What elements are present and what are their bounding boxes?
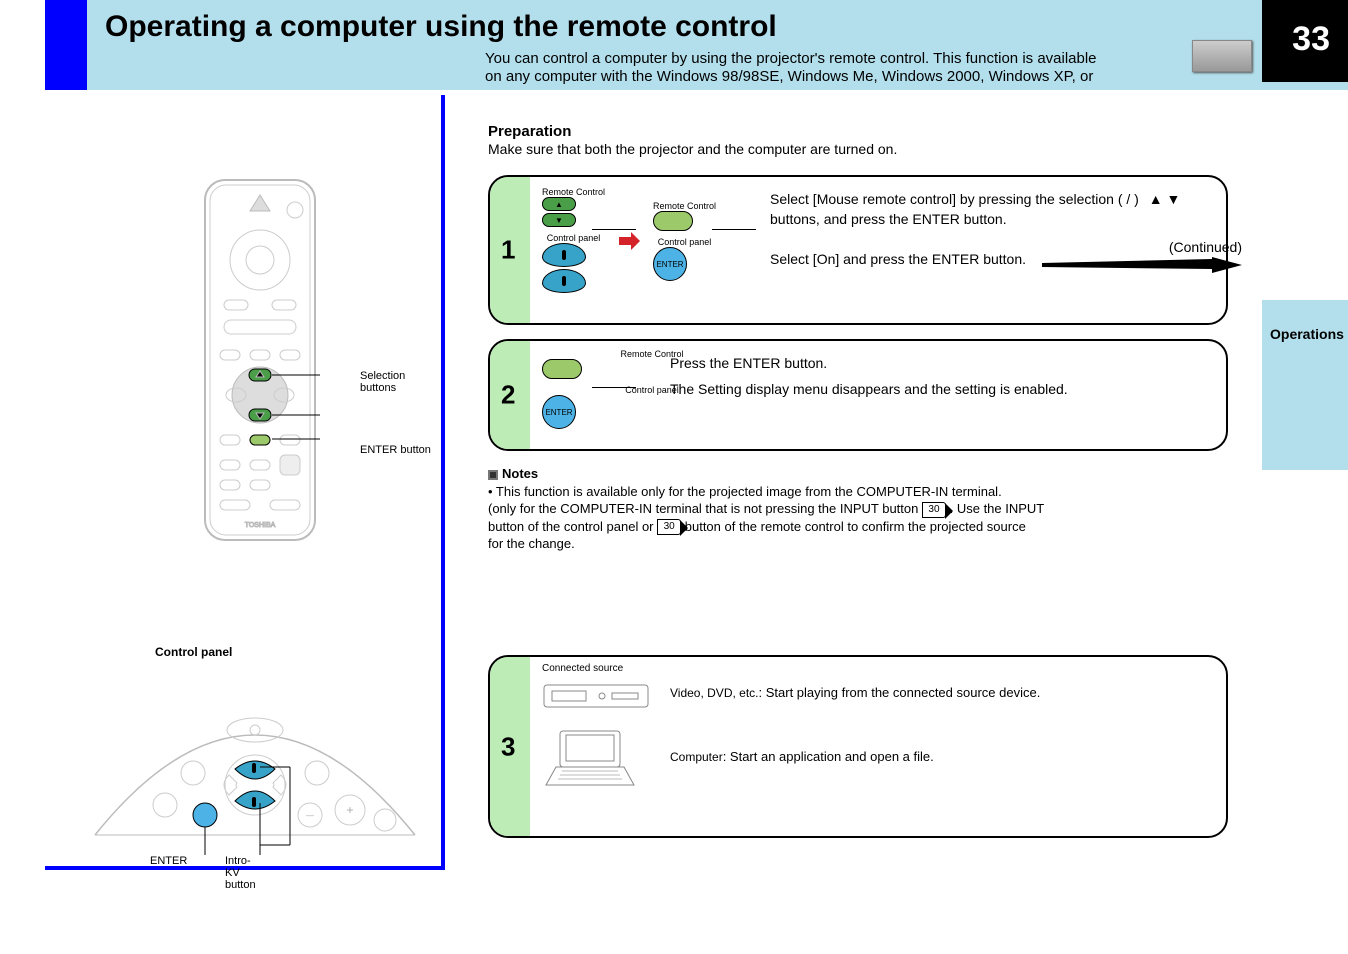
note-line-2-post: button of the remote control to confirm …: [685, 519, 1026, 534]
enter-circle-icon: ENTER: [653, 247, 687, 281]
step3-line-a-label: Video, DVD, etc.: [670, 686, 759, 700]
control-panel-heading: Control panel: [155, 645, 232, 659]
step2-text-a: Press the ENTER button.: [670, 355, 827, 371]
header-grey-button[interactable]: [1192, 40, 1252, 72]
page-ref-icon-2[interactable]: 30: [657, 519, 681, 535]
step1-remote-label: Remote Control: [542, 187, 605, 197]
step1-text-a-span: Select [Mouse remote control] by pressin…: [770, 191, 1139, 207]
step1-text-b: buttons, and press the ENTER button.: [770, 211, 1007, 227]
panel-down-icon: [542, 269, 586, 293]
laptop-icon: [542, 727, 642, 794]
step2-text-b: The Setting display menu disappears and …: [670, 381, 1068, 397]
header-subtitle-1: You can control a computer by using the …: [485, 50, 1097, 67]
panel-enter-label: ENTER: [150, 855, 187, 867]
callout-selection: Selection buttons: [360, 370, 441, 394]
remote-svg: TOSHIBA: [200, 175, 320, 545]
step3-line-a-text: Start playing from the connected source …: [766, 685, 1041, 700]
step3-label-above: Connected source: [542, 663, 623, 674]
step-3-number: 3: [501, 731, 515, 762]
side-tab-label: Operations: [1270, 326, 1342, 344]
step-3-box: 3 Connected source Video, DVD, etc.: Sta…: [488, 655, 1228, 838]
control-panel-illustration: — +: [85, 675, 425, 860]
step-1-number: 1: [501, 235, 515, 266]
step3-line-b-text: Start an application and open a file.: [730, 749, 934, 764]
left-column: TOSHIBA Selection buttons ENTER button C…: [45, 95, 445, 870]
page-title: Operating a computer using the remote co…: [105, 10, 777, 44]
note-line-1b-post: . Use the INPUT: [950, 501, 1045, 516]
enter-pill-icon: [653, 211, 693, 231]
page-ref-icon-1[interactable]: 30: [922, 502, 946, 518]
step3-line-b-label: Computer: [670, 750, 723, 764]
note-icon: [488, 470, 498, 480]
preparation-text: Make sure that both the projector and th…: [488, 141, 897, 157]
step1-panel-label: Control panel: [542, 233, 605, 243]
step1-panel-label-2: Control panel: [653, 237, 716, 247]
step-2-box: 2 Remote Control Control panel ENTER Pre…: [488, 339, 1228, 451]
callout-enter: ENTER button: [360, 444, 441, 456]
step-2-number: 2: [501, 380, 515, 411]
preparation-heading: Preparation: [488, 123, 571, 140]
panel-kv-label: Intro-KV button: [225, 855, 256, 891]
header: Operating a computer using the remote co…: [45, 0, 1348, 90]
panel-svg: — +: [85, 675, 425, 855]
side-tab: Operations: [1262, 300, 1348, 470]
svg-text:TOSHIBA: TOSHIBA: [245, 522, 276, 529]
remote-up-icon: [542, 197, 576, 211]
enter-pill-icon-2: [542, 359, 582, 379]
note-line-1b-pre: (only for the COMPUTER-IN terminal that …: [488, 501, 922, 516]
step1-text-c: Select [On] and press the ENTER button.: [770, 251, 1026, 267]
enter-circle-icon-2: ENTER: [542, 395, 576, 429]
note-line-2-pre: button of the control panel or: [488, 519, 657, 534]
panel-up-icon: [542, 243, 586, 267]
red-arrow-icon: [617, 229, 641, 253]
svg-text:—: —: [306, 811, 314, 820]
step-1-box: 1 Remote Control Control panel Remote Co…: [488, 175, 1228, 325]
svg-text:+: +: [346, 803, 353, 817]
continued-label: (Continued): [1169, 239, 1242, 255]
notes-block: Notes • This function is available only …: [488, 465, 1228, 553]
step1-text-a: Select [Mouse remote control] by pressin…: [770, 191, 1180, 207]
note-line-3: for the change.: [488, 535, 1228, 553]
note-line-1a: • This function is available only for th…: [488, 483, 1228, 501]
remote-illustration: TOSHIBA: [200, 175, 320, 550]
page-number: 33: [1292, 20, 1330, 59]
header-subtitle-2: on any computer with the Windows 98/98SE…: [485, 68, 1093, 85]
step-1-icons: Remote Control Control panel Remote Cont…: [542, 187, 762, 295]
step1-remote-label-2: Remote Control: [653, 201, 716, 211]
header-blue-strip: [45, 0, 87, 90]
vcr-icon: [542, 679, 652, 716]
remote-down-icon: [542, 213, 576, 227]
notes-heading: Notes: [502, 466, 538, 481]
remote-callouts: Selection buttons ENTER button: [360, 465, 441, 501]
continued-arrow-icon: [1042, 257, 1242, 273]
